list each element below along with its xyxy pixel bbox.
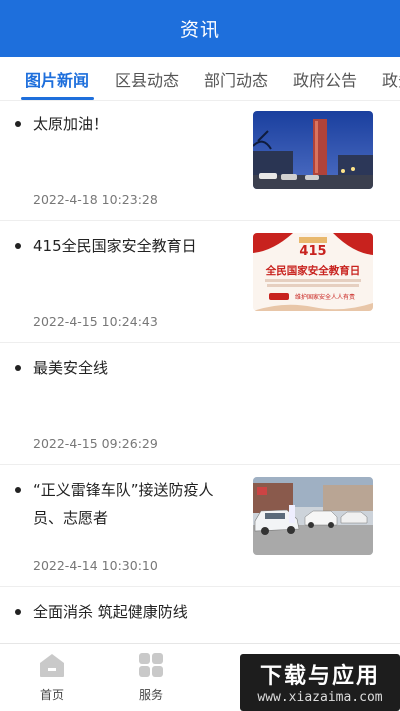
- tab-government-notices[interactable]: 政府公告: [293, 67, 357, 91]
- news-title: 415全民国家安全教育日: [33, 237, 197, 255]
- poster-slogan: 维护国家安全人人有责: [295, 293, 355, 301]
- app-header: 资讯: [0, 0, 400, 57]
- news-title: 太原加油！: [33, 115, 109, 133]
- news-date: 2022-4-15 10:24:43: [33, 314, 158, 329]
- cars-street-photo-icon: [253, 477, 373, 555]
- news-date: 2022-4-14 10:30:10: [33, 558, 158, 573]
- news-item[interactable]: “正义雷锋车队”接送防疫人 员、志愿者 2022-4-14 10:30:10: [0, 465, 400, 587]
- news-title-line2: 员、志愿者: [33, 509, 109, 527]
- poster-number: 415: [299, 244, 326, 259]
- nav-item-service[interactable]: 服务: [121, 652, 181, 703]
- active-tab-indicator: [21, 97, 94, 100]
- news-thumbnail: 415 全民国家安全教育日 维护国家安全人人有责: [253, 233, 373, 311]
- news-item[interactable]: 415全民国家安全教育日 2022-4-15 10:24:43 415 全民国家…: [0, 221, 400, 343]
- news-thumbnail: [253, 111, 373, 189]
- tab-department-news[interactable]: 部门动态: [204, 67, 268, 91]
- bullet-icon: [15, 487, 21, 493]
- news-title: 全面消杀 筑起健康防线: [33, 603, 188, 621]
- category-tabs: 图片新闻 区县动态 部门动态 政府公告 政务: [0, 57, 400, 101]
- news-item[interactable]: 最美安全线 2022-4-15 09:26:29: [0, 343, 400, 465]
- news-date: 2022-4-15 09:26:29: [33, 436, 158, 451]
- bullet-icon: [15, 121, 21, 127]
- nav-label-home: 首页: [39, 688, 64, 702]
- night-tower-photo-icon: [253, 111, 373, 189]
- news-title-line1: “正义雷锋车队”接送防疫人: [33, 481, 214, 499]
- news-title: 最美安全线: [33, 359, 109, 377]
- news-thumbnail: [253, 477, 373, 555]
- news-item[interactable]: 全面消杀 筑起健康防线: [0, 587, 400, 643]
- security-day-poster-icon: 415 全民国家安全教育日 维护国家安全人人有责: [253, 233, 373, 311]
- watermark-url: www.xiazaima.com: [257, 690, 383, 705]
- tab-picture-news[interactable]: 图片新闻: [25, 67, 89, 91]
- grid-icon: [139, 653, 163, 677]
- news-item[interactable]: 太原加油！ 2022-4-18 10:23:28: [0, 101, 400, 221]
- nav-item-home[interactable]: 首页: [22, 652, 82, 703]
- watermark-title: 下载与应用: [259, 664, 380, 689]
- bullet-icon: [15, 609, 21, 615]
- bullet-icon: [15, 243, 21, 249]
- home-icon: [40, 654, 64, 677]
- poster-headline: 全民国家安全教育日: [265, 264, 361, 277]
- page-title: 资讯: [179, 19, 220, 41]
- nav-label-service: 服务: [138, 688, 163, 702]
- tab-government-affairs[interactable]: 政务: [382, 67, 400, 91]
- tab-district-news[interactable]: 区县动态: [115, 67, 179, 91]
- news-date: 2022-4-18 10:23:28: [33, 192, 158, 207]
- watermark-logo: 下载与应用 www.xiazaima.com: [240, 654, 400, 711]
- bullet-icon: [15, 365, 21, 371]
